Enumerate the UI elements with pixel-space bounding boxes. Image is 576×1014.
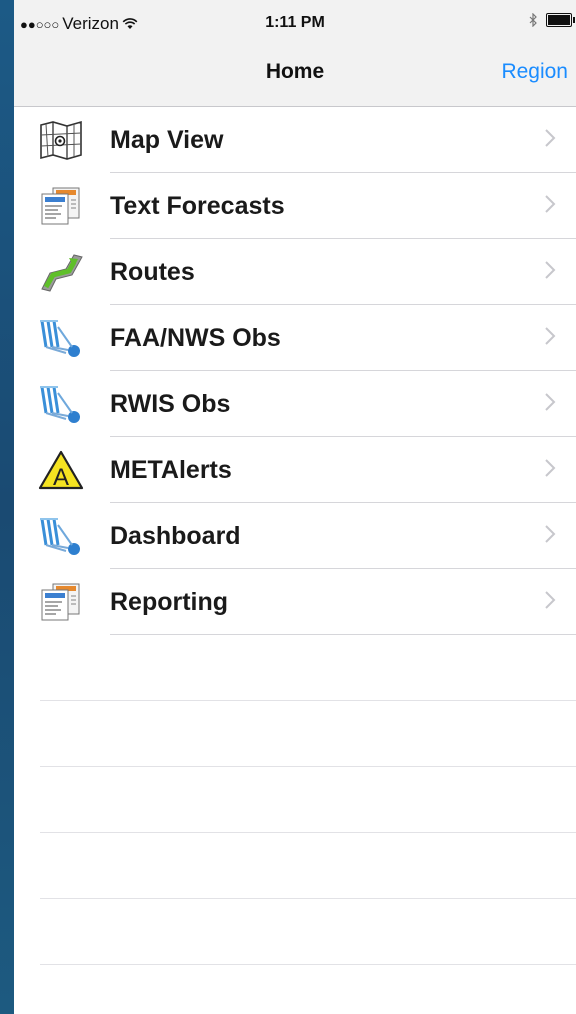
chevron-right-icon bbox=[545, 327, 556, 345]
chevron-right-icon bbox=[545, 261, 556, 279]
menu-item-label: METAlerts bbox=[110, 456, 232, 484]
battery-icon bbox=[546, 13, 575, 27]
weather-station-icon bbox=[40, 320, 80, 357]
menu-list: Map View Text Forecasts Routes FAA/NWS O… bbox=[14, 107, 576, 965]
weather-station-icon bbox=[40, 518, 80, 555]
menu-item-label: FAA/NWS Obs bbox=[110, 324, 281, 352]
bluetooth-icon bbox=[529, 13, 537, 27]
menu-item-label: RWIS Obs bbox=[110, 390, 231, 418]
chevron-right-icon bbox=[545, 129, 556, 147]
empty-row bbox=[14, 767, 576, 833]
status-right bbox=[529, 13, 576, 27]
menu-item-label: Routes bbox=[110, 258, 195, 286]
menu-item-label: Dashboard bbox=[110, 522, 241, 550]
chevron-right-icon bbox=[545, 459, 556, 477]
chevron-right-icon bbox=[545, 393, 556, 411]
page-title: Home bbox=[265, 60, 325, 83]
navigation-bar: Home Region bbox=[14, 40, 576, 107]
chevron-right-icon bbox=[545, 591, 556, 609]
menu-item-routes[interactable]: Routes bbox=[14, 239, 576, 305]
svg-text:A: A bbox=[53, 464, 69, 491]
menu-item-map-view[interactable]: Map View bbox=[14, 107, 576, 173]
menu-item-reporting[interactable]: Reporting bbox=[14, 569, 576, 635]
menu-item-rwis-obs[interactable]: RWIS Obs bbox=[14, 371, 576, 437]
menu-item-faa-nws-obs[interactable]: FAA/NWS Obs bbox=[14, 305, 576, 371]
document-icon bbox=[41, 187, 80, 225]
empty-row bbox=[14, 899, 576, 965]
status-time: 1:11 PM bbox=[265, 14, 325, 31]
status-bar: ●●○○○ Verizon 1:11 PM bbox=[14, 0, 576, 40]
menu-item-label: Text Forecasts bbox=[110, 192, 285, 220]
menu-item-label: Reporting bbox=[110, 588, 229, 616]
empty-row bbox=[14, 635, 576, 701]
menu-item-dashboard[interactable]: Dashboard bbox=[14, 503, 576, 569]
menu-item-metalerts[interactable]: A METAlerts bbox=[14, 437, 576, 503]
chevron-right-icon bbox=[545, 525, 556, 543]
empty-row bbox=[14, 833, 576, 899]
region-button[interactable]: Region bbox=[501, 60, 568, 84]
map-icon bbox=[40, 120, 82, 160]
route-arrow-icon bbox=[41, 254, 83, 292]
menu-item-label: Map View bbox=[110, 126, 224, 154]
chevron-right-icon bbox=[545, 195, 556, 213]
document-icon bbox=[41, 583, 80, 621]
phone-screen: ●●○○○ Verizon 1:11 PM Home Region Map Vi… bbox=[14, 0, 576, 1014]
alert-triangle-icon: A bbox=[38, 450, 84, 491]
menu-item-text-forecasts[interactable]: Text Forecasts bbox=[14, 173, 576, 239]
empty-row bbox=[14, 701, 576, 767]
weather-station-icon bbox=[40, 386, 80, 423]
